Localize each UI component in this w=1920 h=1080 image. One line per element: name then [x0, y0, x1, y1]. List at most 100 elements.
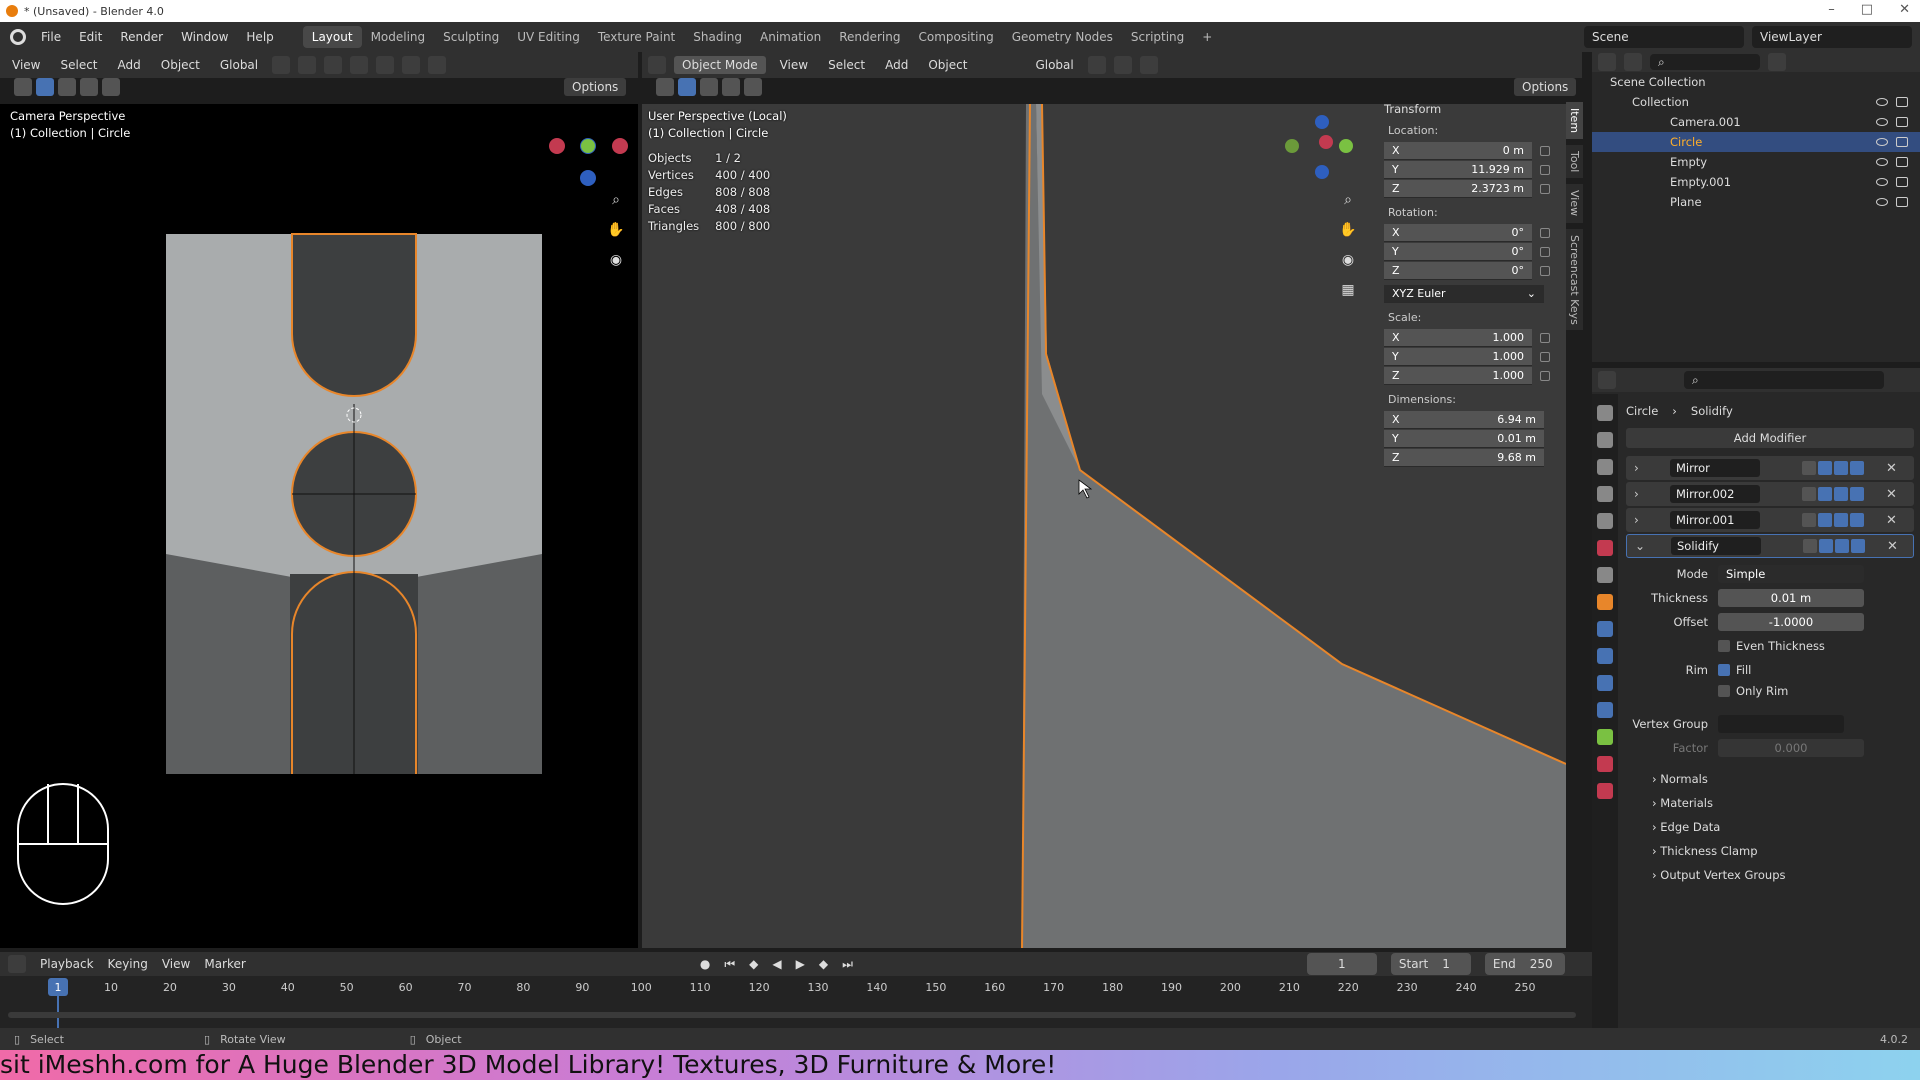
factor-field[interactable]: 0.000: [1718, 739, 1864, 757]
main-select-subtract-icon[interactable]: [722, 78, 740, 96]
tab-compositing[interactable]: Compositing: [909, 26, 1002, 48]
camera-viewport[interactable]: Camera Perspective (1) Collection | Circ…: [0, 104, 638, 948]
minimize-icon[interactable]: –: [1828, 2, 1835, 17]
dimension-x-field[interactable]: X 6.94 m: [1384, 410, 1544, 429]
properties-search[interactable]: ⌕: [1684, 371, 1884, 389]
remove-modifier-icon[interactable]: ✕: [1886, 461, 1897, 476]
select-box-icon[interactable]: [36, 78, 54, 96]
view-layer-tab-icon[interactable]: [1597, 486, 1613, 502]
scale-x-field[interactable]: X 1.000: [1384, 328, 1532, 347]
properties-editor-icon[interactable]: [1598, 371, 1616, 389]
chevron-down-icon[interactable]: ⌄: [1635, 539, 1645, 553]
select-extend-icon[interactable]: [58, 78, 76, 96]
modifier-toggles[interactable]: [1802, 461, 1864, 475]
material-tab-icon[interactable]: [1597, 756, 1613, 772]
main-options-button[interactable]: Options: [1514, 78, 1577, 96]
tab-rendering[interactable]: Rendering: [830, 26, 909, 48]
pivot-icon[interactable]: [272, 56, 291, 74]
current-frame-field[interactable]: 1: [1306, 953, 1377, 975]
tab-layout[interactable]: Layout: [302, 26, 362, 48]
main-orientation-dropdown[interactable]: Global: [1029, 56, 1079, 74]
left-options-button[interactable]: Options: [564, 78, 627, 96]
scene-collection-row[interactable]: Scene Collection: [1592, 72, 1920, 92]
modifier-solidify[interactable]: ⌄ Solidify ✕: [1626, 534, 1914, 558]
main-snap-icon[interactable]: [1113, 56, 1132, 74]
shading-solid-icon[interactable]: [428, 56, 447, 74]
blender-menu-icon[interactable]: [10, 29, 26, 45]
tab-uv-editing[interactable]: UV Editing: [508, 26, 589, 48]
editor-type-icon[interactable]: [648, 56, 666, 74]
lock-icon[interactable]: [1540, 227, 1550, 238]
remove-modifier-icon[interactable]: ✕: [1886, 513, 1897, 528]
constraints-tab-icon[interactable]: [1597, 702, 1613, 718]
offset-field[interactable]: -1.0000: [1718, 613, 1864, 631]
tool-tab-icon[interactable]: [1597, 405, 1613, 421]
data-tab-icon[interactable]: [1597, 729, 1613, 745]
modifier-mirror[interactable]: › Mirror ✕: [1626, 456, 1914, 480]
left-menu-view[interactable]: View: [6, 56, 46, 74]
main-menu-view[interactable]: View: [774, 56, 814, 74]
snap-icon[interactable]: [298, 56, 317, 74]
outliner-item-plane[interactable]: Plane: [1592, 192, 1920, 212]
texture-tab-icon[interactable]: [1597, 783, 1613, 799]
dimension-y-field[interactable]: Y 0.01 m: [1384, 429, 1544, 448]
location-x-field[interactable]: X 0 m: [1384, 141, 1532, 160]
main-camera-icon[interactable]: ◉: [1336, 248, 1360, 272]
visibility-icon[interactable]: [350, 56, 369, 74]
eye-icon[interactable]: [1876, 98, 1888, 106]
outliner-item-empty[interactable]: Empty: [1592, 152, 1920, 172]
maximize-icon[interactable]: □: [1861, 2, 1873, 17]
modifier-toggles[interactable]: [1803, 539, 1865, 553]
modifier-toggles[interactable]: [1802, 487, 1864, 501]
chevron-right-icon[interactable]: ›: [1634, 487, 1639, 501]
main-zoom-icon[interactable]: ⌕: [1336, 188, 1360, 212]
play-icon[interactable]: ▶: [796, 957, 805, 971]
modifier-mirror-001[interactable]: › Mirror.001 ✕: [1626, 508, 1914, 532]
tab-shading[interactable]: Shading: [684, 26, 751, 48]
pan-hand-icon[interactable]: ✋: [604, 218, 628, 242]
camera-render-icon[interactable]: [1896, 177, 1908, 187]
scene-tab-icon[interactable]: [1597, 513, 1613, 529]
main-grid-icon[interactable]: ▦: [1336, 278, 1360, 302]
eye-icon[interactable]: [1876, 158, 1888, 166]
tab-geometry-nodes[interactable]: Geometry Nodes: [1003, 26, 1122, 48]
lock-icon[interactable]: [1540, 332, 1550, 343]
select-tool-icon[interactable]: [14, 78, 32, 96]
location-y-field[interactable]: Y 11.929 m: [1384, 160, 1532, 179]
subpanel-edge-data[interactable]: › Edge Data: [1652, 820, 1720, 834]
camera-render-icon[interactable]: [1896, 197, 1908, 207]
even-thickness-row[interactable]: Even Thickness: [1626, 636, 1914, 656]
menu-keying[interactable]: Keying: [108, 957, 148, 971]
main-pivot-icon[interactable]: [1087, 56, 1106, 74]
subpanel-materials[interactable]: › Materials: [1652, 796, 1713, 810]
subpanel-normals[interactable]: › Normals: [1652, 772, 1708, 786]
main-proportional-icon[interactable]: [1139, 56, 1158, 74]
only-rim-checkbox[interactable]: [1718, 685, 1730, 697]
camera-view-icon[interactable]: ◉: [604, 248, 628, 272]
modifier-name[interactable]: Mirror.001: [1670, 511, 1760, 529]
chevron-right-icon[interactable]: ›: [1634, 461, 1639, 475]
left-menu-select[interactable]: Select: [54, 56, 103, 74]
menu-render[interactable]: Render: [111, 30, 172, 44]
remove-modifier-icon[interactable]: ✕: [1886, 487, 1897, 502]
menu-window[interactable]: Window: [172, 30, 237, 44]
menu-playback[interactable]: Playback: [40, 957, 94, 971]
main-select-box-icon[interactable]: [678, 78, 696, 96]
menu-marker[interactable]: Marker: [204, 957, 245, 971]
scene-selector[interactable]: Scene: [1584, 26, 1744, 48]
select-invert-icon[interactable]: [102, 78, 120, 96]
lock-icon[interactable]: [1540, 164, 1550, 175]
left-orientation-dropdown[interactable]: Global: [214, 56, 264, 74]
next-keyframe-icon[interactable]: ◆: [819, 957, 828, 971]
tab-item[interactable]: Item: [1566, 102, 1583, 140]
object-mode-dropdown[interactable]: Object Mode: [674, 56, 766, 74]
even-thickness-checkbox[interactable]: [1718, 640, 1730, 652]
tab-animation[interactable]: Animation: [751, 26, 830, 48]
menu-help[interactable]: Help: [237, 30, 282, 44]
jump-start-icon[interactable]: ⏮: [724, 957, 735, 972]
physics-tab-icon[interactable]: [1597, 675, 1613, 691]
object-tab-icon[interactable]: [1597, 594, 1613, 610]
render-tab-icon[interactable]: [1597, 432, 1613, 448]
outliner-item-camera[interactable]: Camera.001: [1592, 112, 1920, 132]
only-rim-row[interactable]: Only Rim: [1626, 681, 1914, 701]
